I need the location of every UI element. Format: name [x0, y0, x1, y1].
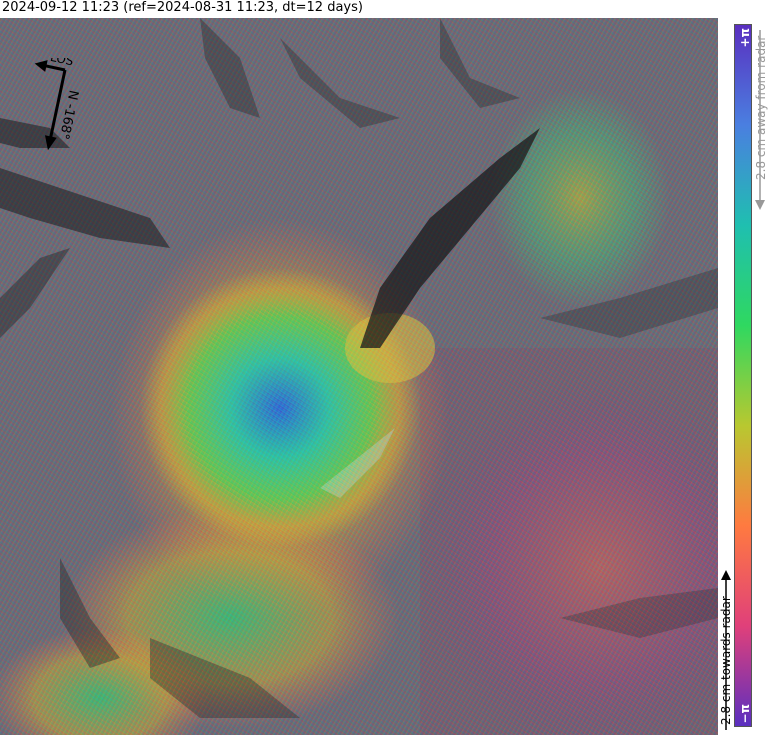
los-compass: LOS N -168° [34, 58, 81, 151]
colorbar-top-label: +π [738, 28, 752, 48]
north-label: N [64, 89, 81, 102]
heading-label: -168° [56, 102, 78, 140]
colorbar-bottom-label: −π [738, 704, 752, 724]
phase-noise-overlay [0, 18, 718, 735]
image-title: 2024-09-12 11:23 (ref=2024-08-31 11:23, … [2, 0, 363, 15]
away-from-radar-label: 2.8 cm away from radar [754, 35, 768, 180]
towards-radar-label: 2.8 cm towards radar [719, 596, 733, 725]
phase-colorbar [734, 24, 752, 727]
interferogram-map: LOS N -168° [0, 18, 718, 735]
